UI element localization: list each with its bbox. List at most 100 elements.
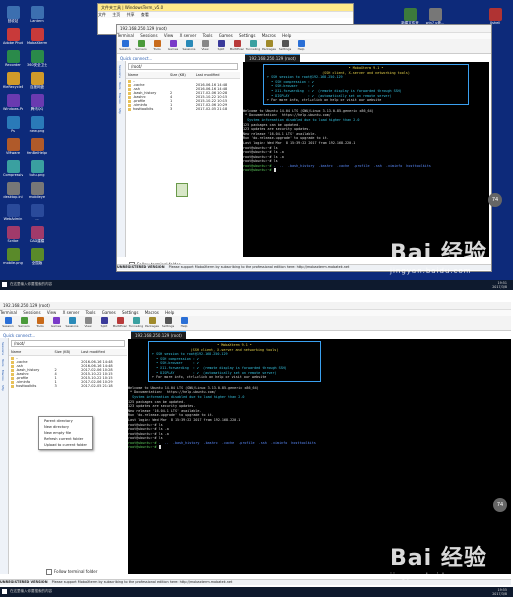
taskbar-search[interactable]: 在这里输入你要搜索的内容 bbox=[10, 589, 52, 594]
toolbar-button-6[interactable]: Split bbox=[96, 317, 112, 328]
toolbar-button-9[interactable]: Packages bbox=[144, 317, 160, 328]
path-input[interactable]: /root/ bbox=[128, 63, 238, 70]
toolbar-button-11[interactable]: Help bbox=[293, 40, 309, 51]
menu-sessions[interactable]: Sessions bbox=[140, 33, 157, 38]
sidebar-tab-sessions[interactable]: Sessions bbox=[118, 65, 122, 78]
sidebar-tab-macros[interactable]: Macros bbox=[118, 93, 122, 104]
table-row[interactable]: hosttoolkits 3 2017-02-05 21:18 bbox=[9, 384, 127, 388]
terminal-bottom[interactable]: • MobaXterm 9.1 • (SSH client, X-server a… bbox=[128, 339, 511, 574]
toolbar-button-10[interactable]: Settings bbox=[277, 40, 293, 51]
toolbar-button-7[interactable]: MultiExec bbox=[112, 317, 128, 328]
desktop-icon[interactable]: Recorder bbox=[3, 50, 23, 67]
menu-xserver[interactable]: X server bbox=[180, 33, 197, 38]
table-row[interactable]: hosttoolkits 3 2017-02-05 21:18 bbox=[126, 107, 240, 111]
desktop-icon[interactable]: desktop.ini bbox=[3, 182, 23, 199]
sidebar-tab-tools[interactable]: Tools bbox=[1, 359, 5, 366]
menu-terminal[interactable]: Terminal bbox=[0, 310, 17, 315]
desktop-icon-usb[interactable]: win7 u盘... bbox=[425, 8, 445, 25]
menu-games[interactable]: Games bbox=[219, 33, 233, 38]
session-tab[interactable]: 192.168.250.129 (root) bbox=[131, 331, 186, 339]
toolbar-button-11[interactable]: Help bbox=[176, 317, 192, 328]
menu-sessions[interactable]: Sessions bbox=[23, 310, 40, 315]
sidebar-tab-sftp[interactable]: Sftp bbox=[118, 108, 122, 114]
toolbar-button-0[interactable]: Session bbox=[0, 317, 16, 328]
session-tab[interactable]: 192.168.250.129 (root) bbox=[245, 54, 300, 62]
ribbon-tab-share[interactable]: 共享 bbox=[127, 12, 135, 17]
desktop-icon[interactable]: 全国版 bbox=[27, 248, 47, 265]
follow-terminal-folder[interactable]: Follow terminal folder bbox=[46, 569, 97, 575]
support-message[interactable]: Please support MobaXterm by subscribing … bbox=[169, 265, 350, 269]
desktop-icon[interactable]: fenBeiHelper bbox=[27, 138, 47, 155]
toolbar-button-1[interactable]: Servers bbox=[16, 317, 32, 328]
desktop-icon[interactable]: MobaXterm 绿色版本 bbox=[27, 28, 47, 45]
sidebar-tab-sftp[interactable]: Sftp bbox=[1, 385, 5, 391]
toolbar-button-1[interactable]: Servers bbox=[133, 40, 149, 51]
menu-tools[interactable]: Tools bbox=[86, 310, 96, 315]
desktop-icon[interactable]: new.png bbox=[27, 116, 47, 133]
sidebar-tab-tools[interactable]: Tools bbox=[118, 82, 122, 89]
path-input[interactable]: /root/ bbox=[11, 340, 125, 347]
desktop-icon[interactable]: Lantern bbox=[27, 6, 47, 23]
desktop-icon[interactable]: mobile.png bbox=[3, 248, 23, 265]
toolbar-button-6[interactable]: Split bbox=[213, 40, 229, 51]
toolbar-button-8[interactable]: Tunneling bbox=[128, 317, 144, 328]
toolbar-button-5[interactable]: View bbox=[197, 40, 213, 51]
menu-settings[interactable]: Settings bbox=[122, 310, 138, 315]
toolbar-button-0[interactable]: Session bbox=[117, 40, 133, 51]
ribbon-tab-view[interactable]: 查看 bbox=[141, 12, 149, 17]
floating-badge[interactable]: 74 bbox=[488, 193, 502, 207]
menu-help[interactable]: Help bbox=[165, 310, 174, 315]
desktop-icon[interactable]: Adobe Photosh... bbox=[3, 28, 23, 45]
desktop-icon[interactable]: 百度网盘 bbox=[27, 72, 47, 89]
desktop-icon[interactable]: mobileye bbox=[27, 182, 47, 199]
toolbar-button-2[interactable]: Tools bbox=[149, 40, 165, 51]
menu-view[interactable]: View bbox=[47, 310, 57, 315]
desktop-icon[interactable]: 360安全卫士 bbox=[27, 50, 47, 67]
toolbar-button-10[interactable]: Settings bbox=[160, 317, 176, 328]
desktop-icon[interactable]: fileRecycleBi... bbox=[3, 72, 23, 89]
sidebar-tab-macros[interactable]: Macros bbox=[1, 370, 5, 381]
floating-badge[interactable]: 74 bbox=[493, 498, 507, 512]
toolbar-button-2[interactable]: Tools bbox=[32, 317, 48, 328]
menu-terminal[interactable]: Terminal bbox=[117, 33, 134, 38]
menu-settings[interactable]: Settings bbox=[239, 33, 255, 38]
toolbar-button-8[interactable]: Tunneling bbox=[245, 40, 261, 51]
toolbar-button-4[interactable]: Sessions bbox=[64, 317, 80, 328]
follow-checkbox[interactable] bbox=[46, 569, 52, 575]
menu-upload-folder[interactable]: Upload to current folder bbox=[39, 442, 92, 448]
desktop-icon-xshell[interactable]: Xshell bbox=[485, 8, 505, 25]
menu-help[interactable]: Help bbox=[282, 33, 291, 38]
sidebar-tab-sessions[interactable]: Sessions bbox=[1, 342, 5, 355]
taskbar-search[interactable]: 在这里输入你要搜索的内容 bbox=[10, 282, 52, 287]
menu-tools[interactable]: Tools bbox=[203, 33, 213, 38]
start-icon[interactable] bbox=[2, 282, 7, 287]
toolbar-button-7[interactable]: MultiExec bbox=[229, 40, 245, 51]
menu-games[interactable]: Games bbox=[102, 310, 116, 315]
desktop-icon[interactable]: VMware bbox=[3, 138, 23, 155]
toolbar-button-4[interactable]: Sessions bbox=[181, 40, 197, 51]
menu-macros[interactable]: Macros bbox=[262, 33, 276, 38]
desktop-icon[interactable]: Ps bbox=[3, 116, 23, 133]
desktop-icon[interactable]: 腾讯QQ bbox=[27, 94, 47, 111]
desktop-icon[interactable]: Compressive Nie... bbox=[3, 160, 23, 177]
menu-macros[interactable]: Macros bbox=[145, 310, 159, 315]
menu-view[interactable]: View bbox=[164, 33, 174, 38]
desktop-icon[interactable]: ... bbox=[27, 204, 47, 221]
support-message[interactable]: Please support MobaXterm by subscribing … bbox=[52, 580, 233, 584]
toolbar-button-9[interactable]: Packages bbox=[261, 40, 277, 51]
toolbar-button-3[interactable]: Games bbox=[48, 317, 64, 328]
desktop-icon[interactable]: WebAdmin bbox=[3, 204, 23, 221]
toolbar-button-5[interactable]: View bbox=[80, 317, 96, 328]
menu-xserver[interactable]: X server bbox=[63, 310, 80, 315]
ribbon-tab-file[interactable]: 文件 bbox=[98, 12, 106, 17]
desktop-icon[interactable]: Windows-Powe... bbox=[3, 94, 23, 111]
desktop-icon[interactable]: CAD建模 bbox=[27, 226, 47, 243]
desktop-icon[interactable]: Scribe bbox=[3, 226, 23, 243]
terminal-top[interactable]: • MobaXterm 9.1 • (SSH client, X-server a… bbox=[243, 62, 489, 257]
toolbar-button-3[interactable]: Games bbox=[165, 40, 181, 51]
desktop-icon[interactable]: 回收站 bbox=[3, 6, 23, 23]
desktop-icon[interactable]: tutu.png bbox=[27, 160, 47, 177]
start-icon[interactable] bbox=[2, 589, 7, 594]
desktop-icon-new-folder[interactable]: 新建文件夹 bbox=[400, 8, 420, 25]
ribbon-tab-home[interactable]: 主页 bbox=[112, 12, 120, 17]
